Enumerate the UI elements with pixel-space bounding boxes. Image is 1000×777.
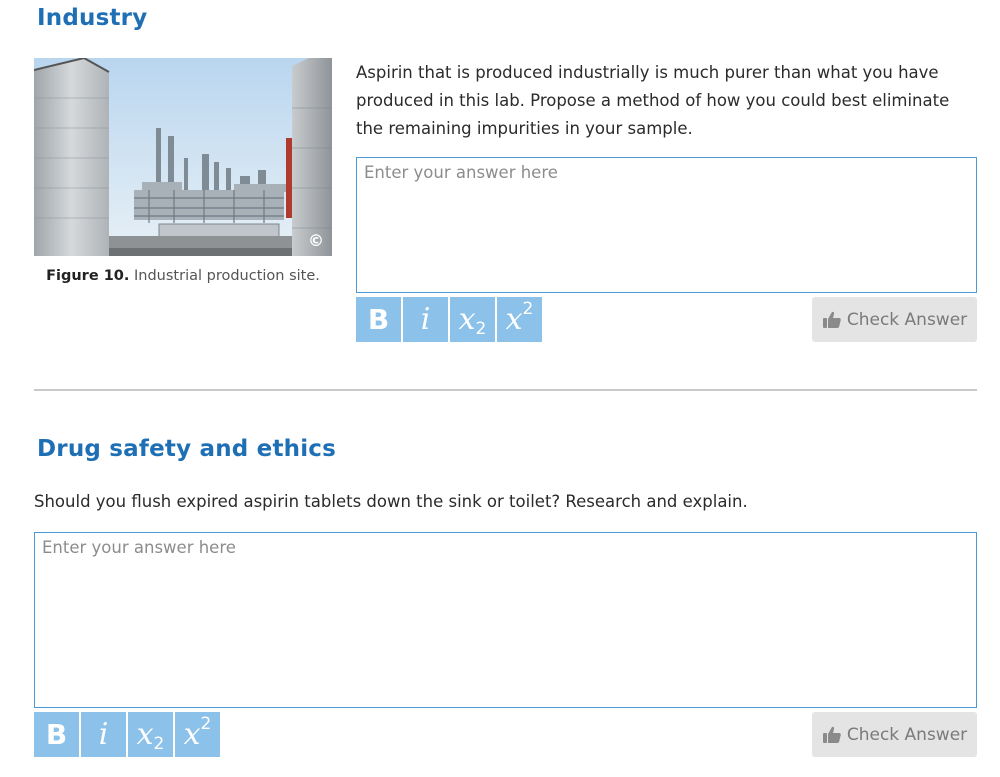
drug-safety-check-answer-button[interactable]: Check Answer [812, 712, 977, 757]
superscript-base: x [505, 302, 523, 337]
italic-label: i [420, 302, 431, 337]
superscript-button[interactable]: x2 [175, 712, 220, 757]
superscript-base: x [183, 717, 201, 752]
bold-button[interactable]: B [34, 712, 79, 757]
italic-button[interactable]: i [403, 297, 448, 342]
check-answer-label: Check Answer [846, 724, 968, 745]
subscript-base: x [136, 717, 154, 752]
italic-label: i [98, 717, 109, 752]
industry-format-toolbar: B i x2 x2 [356, 297, 542, 342]
drug-safety-format-toolbar: B i x2 x2 [34, 712, 220, 757]
bold-button[interactable]: B [356, 297, 401, 342]
bold-label: B [367, 303, 390, 336]
thumbs-up-icon [822, 311, 841, 328]
subscript-mark: 2 [153, 733, 165, 754]
industrial-site-illustration [34, 58, 332, 256]
drug-safety-question-text: Should you flush expired aspirin tablets… [34, 492, 748, 511]
subscript-base: x [458, 302, 476, 337]
section-heading-drug-safety: Drug safety and ethics [37, 436, 337, 462]
section-heading-industry: Industry [37, 5, 148, 31]
figure-caption-number: Figure 10. [46, 268, 130, 284]
superscript-mark: 2 [522, 298, 534, 319]
industry-check-answer-button[interactable]: Check Answer [812, 297, 977, 342]
drug-safety-answer-input[interactable] [34, 532, 977, 708]
figure-industrial-site-image: © [34, 58, 332, 256]
figure-caption-text: Industrial production site. [129, 268, 320, 284]
subscript-button[interactable]: x2 [128, 712, 173, 757]
bold-label: B [45, 718, 68, 751]
italic-button[interactable]: i [81, 712, 126, 757]
subscript-button[interactable]: x2 [450, 297, 495, 342]
industry-answer-input[interactable] [356, 157, 977, 293]
superscript-mark: 2 [200, 713, 212, 734]
industry-question-text: Aspirin that is produced industrially is… [356, 63, 950, 138]
section-divider [34, 389, 977, 391]
figure-caption: Figure 10. Industrial production site. [34, 268, 332, 284]
thumbs-up-icon [822, 726, 841, 743]
subscript-mark: 2 [475, 318, 487, 339]
check-answer-label: Check Answer [846, 309, 968, 330]
superscript-button[interactable]: x2 [497, 297, 542, 342]
copyright-icon: © [308, 231, 324, 250]
